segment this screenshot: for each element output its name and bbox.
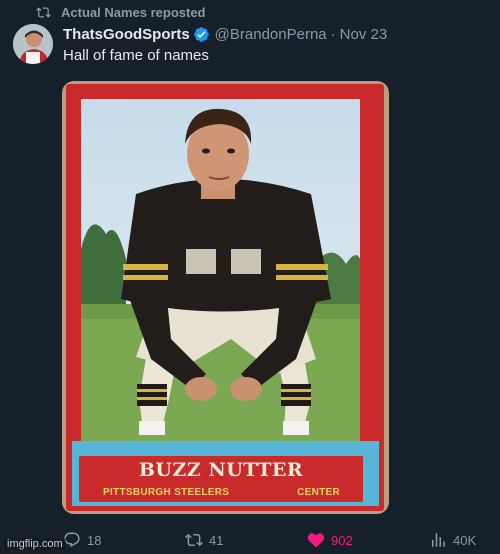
team-name: PITTSBURGH STEELERS [103,487,230,498]
watermark: imgflip.com [4,538,66,550]
author-handle[interactable]: @BrandonPerna [215,26,327,43]
reply-count: 18 [87,532,102,548]
repost-count: 41 [209,532,224,548]
verified-badge-icon[interactable] [193,26,210,43]
like-button[interactable]: 902 [307,529,353,551]
post-date[interactable]: Nov 23 [340,26,388,43]
separator-dot: · [330,25,336,43]
player-position: CENTER [297,487,340,498]
repost-icon [36,6,51,18]
tweet-text: Hall of fame of names [63,47,209,64]
repost-icon [185,533,203,547]
player-name: BUZZ NUTTER [138,459,304,481]
like-count: 902 [331,532,353,548]
repost-indicator[interactable]: Actual Names reposted [36,3,206,21]
avatar[interactable] [13,24,53,64]
action-bar: 18 41 902 40K [0,529,500,551]
views-chart-icon [432,533,445,547]
card-banner: BUZZ NUTTER PITTSBURGH STEELERS CENTER [72,441,379,506]
display-name[interactable]: ThatsGoodSports [63,26,190,43]
repost-button[interactable]: 41 [185,529,223,551]
tweet-header: ThatsGoodSports @BrandonPerna · Nov 23 [63,24,387,44]
heart-icon [307,533,325,548]
views-button[interactable]: 40K [429,529,476,551]
name-plate: BUZZ NUTTER PITTSBURGH STEELERS CENTER [79,456,363,502]
player-photo [81,99,360,447]
reply-button[interactable]: 18 [63,529,101,551]
media-image[interactable]: BUZZ NUTTER PITTSBURGH STEELERS CENTER [62,81,389,514]
repost-label: Actual Names reposted [61,4,206,20]
trading-card: BUZZ NUTTER PITTSBURGH STEELERS CENTER [66,84,384,511]
view-count: 40K [453,532,477,548]
reply-icon [64,532,80,548]
avatar-image [13,24,53,64]
